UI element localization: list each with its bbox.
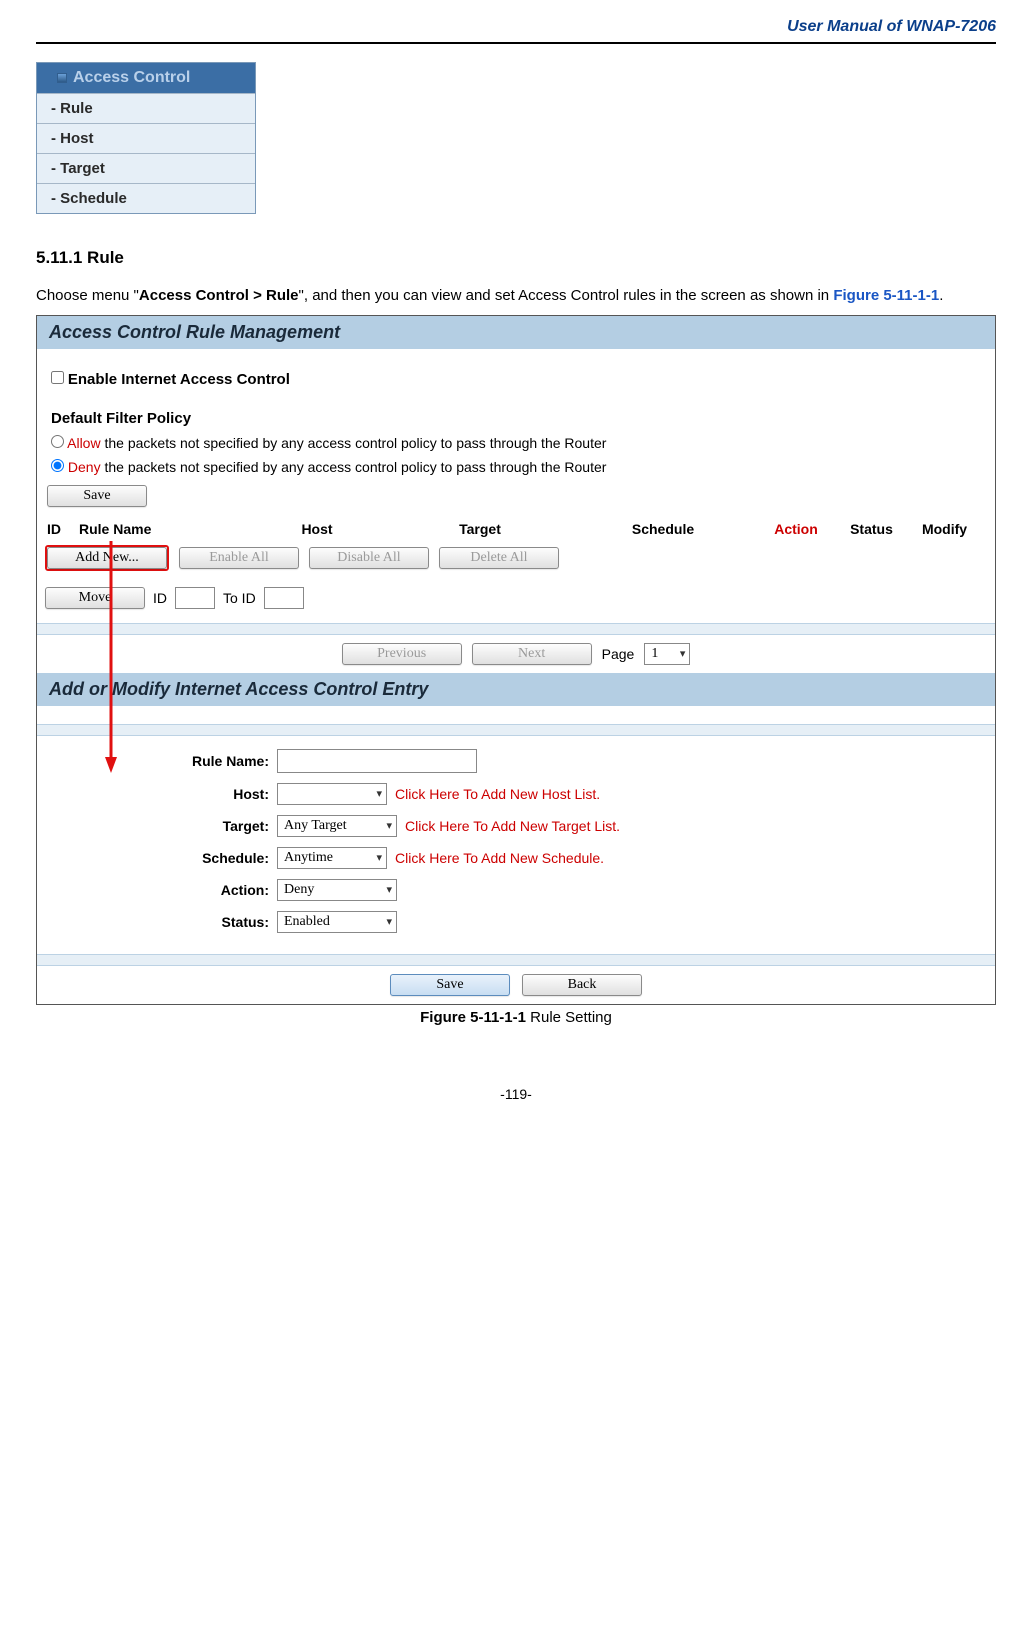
enable-all-button[interactable]: Enable All: [179, 547, 299, 569]
col-id: ID: [47, 521, 71, 537]
previous-button[interactable]: Previous: [342, 643, 462, 665]
section-paragraph: Choose menu "Access Control > Rule", and…: [36, 282, 996, 311]
rule-name-input[interactable]: [277, 749, 477, 773]
para-text: Choose menu ": [36, 287, 139, 304]
move-button[interactable]: Move: [45, 587, 145, 609]
host-label: Host:: [37, 786, 277, 802]
para-text: ", and then you can view and set Access …: [299, 287, 834, 304]
add-schedule-link[interactable]: Click Here To Add New Schedule.: [395, 850, 604, 866]
enable-iac-label: Enable Internet Access Control: [68, 371, 290, 388]
doc-header: User Manual of WNAP-7206: [36, 18, 996, 44]
status-select[interactable]: Enabled: [277, 911, 397, 933]
nav-item-target[interactable]: - Target: [37, 154, 255, 184]
schedule-label: Schedule:: [37, 850, 277, 866]
target-label: Target:: [37, 818, 277, 834]
rule-name-label: Rule Name:: [37, 753, 277, 769]
add-host-link[interactable]: Click Here To Add New Host List.: [395, 786, 600, 802]
move-to-id-input[interactable]: [264, 587, 304, 609]
figure-ref: Figure 5-11-1-1: [833, 287, 939, 304]
para-bold: Access Control > Rule: [139, 287, 299, 304]
nav-item-rule[interactable]: - Rule: [37, 94, 255, 124]
nav-item-label: - Schedule: [51, 190, 127, 207]
target-select[interactable]: Any Target: [277, 815, 397, 837]
nav-item-label: - Host: [51, 130, 94, 147]
col-schedule: Schedule: [573, 521, 753, 537]
action-select[interactable]: Deny: [277, 879, 397, 901]
square-icon: [57, 73, 67, 83]
to-id-label: To ID: [223, 590, 256, 606]
col-modify: Modify: [912, 521, 977, 537]
rules-table-header: ID Rule Name Host Target Schedule Action…: [37, 515, 995, 539]
radio-deny-red: Deny: [68, 459, 101, 475]
add-new-button[interactable]: Add New...: [47, 547, 167, 569]
panel-title-add-modify: Add or Modify Internet Access Control En…: [37, 673, 995, 706]
enable-iac-checkbox[interactable]: [51, 371, 64, 384]
caption-bold: Figure 5-11-1-1: [420, 1009, 526, 1026]
move-id-input[interactable]: [175, 587, 215, 609]
col-status: Status: [839, 521, 904, 537]
action-label: Action:: [37, 882, 277, 898]
save-entry-button[interactable]: Save: [390, 974, 510, 996]
radio-deny-text: the packets not specified by any access …: [101, 459, 607, 475]
section-heading: 5.11.1 Rule: [36, 248, 996, 268]
nav-menu: Access Control - Rule - Host - Target - …: [36, 62, 256, 214]
nav-item-label: - Rule: [51, 100, 93, 117]
col-host: Host: [247, 521, 387, 537]
back-button[interactable]: Back: [522, 974, 642, 996]
schedule-select[interactable]: Anytime: [277, 847, 387, 869]
radio-allow[interactable]: [51, 435, 64, 448]
page-number: -119-: [36, 1086, 996, 1102]
add-target-link[interactable]: Click Here To Add New Target List.: [405, 818, 620, 834]
save-button[interactable]: Save: [47, 485, 147, 507]
radio-allow-text: the packets not specified by any access …: [101, 435, 607, 451]
disable-all-button[interactable]: Disable All: [309, 547, 429, 569]
radio-allow-red: Allow: [67, 435, 100, 451]
nav-item-host[interactable]: - Host: [37, 124, 255, 154]
col-target: Target: [395, 521, 565, 537]
col-action: Action: [761, 521, 831, 537]
default-filter-policy-header: Default Filter Policy: [51, 410, 981, 427]
nav-header-access-control[interactable]: Access Control: [37, 63, 255, 94]
col-rule-name: Rule Name: [79, 521, 239, 537]
id-label: ID: [153, 590, 167, 606]
status-label: Status:: [37, 914, 277, 930]
radio-deny[interactable]: [51, 459, 64, 472]
nav-item-schedule[interactable]: - Schedule: [37, 184, 255, 213]
figure-caption: Figure 5-11-1-1 Rule Setting: [36, 1009, 996, 1026]
delete-all-button[interactable]: Delete All: [439, 547, 559, 569]
page-select[interactable]: 1: [644, 643, 690, 665]
next-button[interactable]: Next: [472, 643, 592, 665]
panel-title-rule-mgmt: Access Control Rule Management: [37, 316, 995, 349]
caption-text: Rule Setting: [526, 1009, 612, 1026]
figure-rule-setting: Access Control Rule Management Enable In…: [36, 315, 996, 1005]
nav-item-label: - Target: [51, 160, 105, 177]
para-text: .: [939, 287, 943, 304]
nav-header-label: Access Control: [73, 69, 190, 87]
host-select[interactable]: [277, 783, 387, 805]
page-label: Page: [602, 646, 635, 662]
